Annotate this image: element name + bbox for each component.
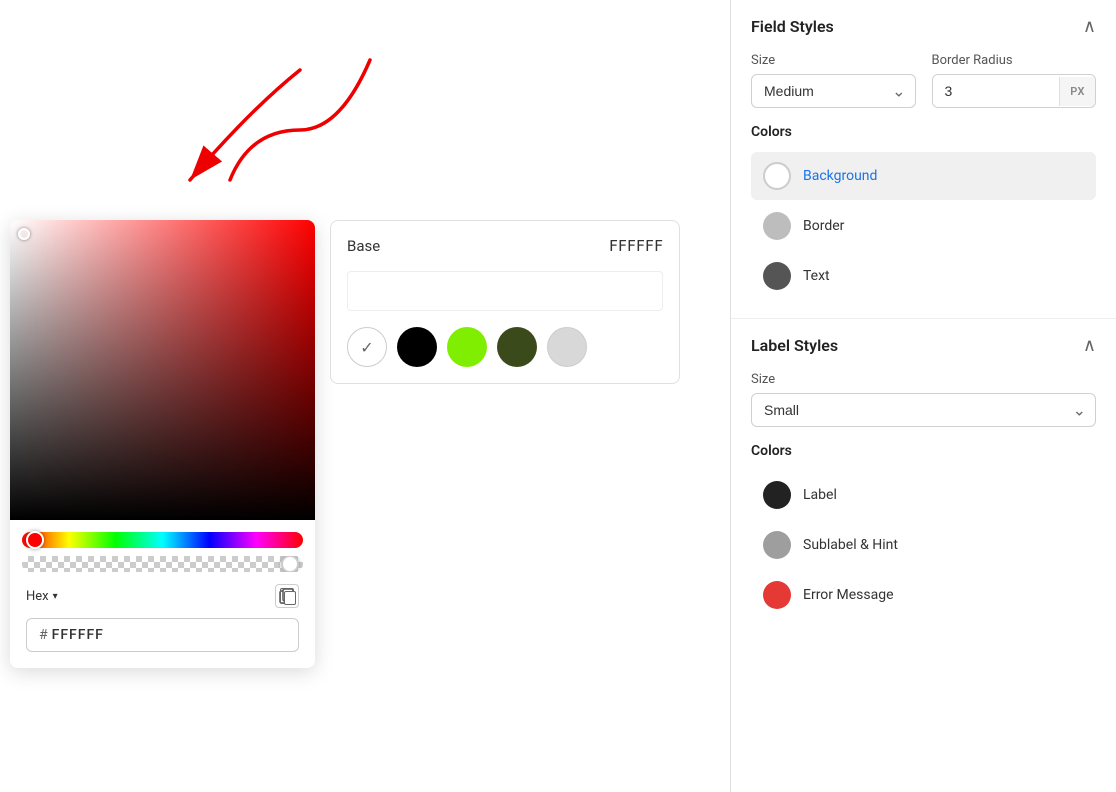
background-color-name: Background: [803, 168, 877, 184]
border-radius-label: Border Radius: [932, 53, 1097, 68]
label-size-group: Size Small: [751, 372, 1096, 427]
color-row-text[interactable]: Text: [751, 252, 1096, 300]
size-select[interactable]: Medium: [751, 74, 916, 108]
hex-format-text: Hex: [26, 589, 49, 604]
hue-handle[interactable]: [26, 531, 44, 549]
border-radius-value[interactable]: [933, 75, 1060, 107]
left-panel: Hex ▾ # FFFFFF Base FFFFFF: [0, 0, 730, 792]
label-color-dot: [763, 481, 791, 509]
label-styles-title: Label Styles: [751, 336, 838, 355]
border-color-name: Border: [803, 218, 844, 234]
error-color-dot: [763, 581, 791, 609]
color-row-background[interactable]: Background: [751, 152, 1096, 200]
swatch-dark-olive[interactable]: [497, 327, 537, 367]
label-color-name: Label: [803, 487, 837, 503]
field-styles-header: Field Styles ∧: [751, 16, 1096, 37]
hex-dropdown-icon: ▾: [53, 591, 58, 602]
error-color-name: Error Message: [803, 587, 894, 603]
text-color-dot: [763, 262, 791, 290]
border-radius-input[interactable]: PX: [932, 74, 1097, 108]
label-styles-section: Label Styles ∧ Size Small Colors Label S…: [731, 318, 1116, 637]
field-styles-form-row: Size Medium Border Radius PX: [751, 53, 1096, 108]
size-select-wrapper: Medium: [751, 74, 916, 108]
alpha-handle[interactable]: [281, 556, 299, 572]
sublabel-color-dot: [763, 531, 791, 559]
label-size-select[interactable]: Small: [751, 393, 1096, 427]
hex-label[interactable]: Hex ▾: [26, 589, 58, 604]
background-color-dot: [763, 162, 791, 190]
field-styles-title: Field Styles: [751, 17, 834, 36]
hex-input-container[interactable]: # FFFFFF: [26, 618, 299, 652]
color-gradient[interactable]: [10, 220, 315, 520]
label-size-label: Size: [751, 372, 1096, 387]
swatch-lime[interactable]: [447, 327, 487, 367]
label-colors-label: Colors: [751, 443, 1096, 459]
swatches-panel: Base FFFFFF ✓: [330, 220, 680, 384]
swatch-base-label: Base: [347, 237, 380, 255]
color-picker-controls: Hex ▾ # FFFFFF: [10, 520, 315, 652]
size-group: Size Medium: [751, 53, 916, 108]
alpha-slider[interactable]: [22, 556, 303, 572]
border-color-dot: [763, 212, 791, 240]
swatch-black[interactable]: [397, 327, 437, 367]
color-picker-popup: Hex ▾ # FFFFFF: [10, 220, 315, 668]
color-row-error[interactable]: Error Message: [751, 571, 1096, 619]
copy-icon[interactable]: [275, 584, 299, 608]
sublabel-color-name: Sublabel & Hint: [803, 537, 898, 553]
hex-value-display: FFFFFF: [52, 627, 104, 643]
field-styles-section: Field Styles ∧ Size Medium Border Radius…: [731, 0, 1116, 318]
color-picker-handle[interactable]: [18, 228, 30, 240]
swatch-light-gray[interactable]: [547, 327, 587, 367]
size-label: Size: [751, 53, 916, 68]
border-radius-group: Border Radius PX: [932, 53, 1097, 108]
swatch-preview: [347, 271, 663, 311]
hex-row: Hex ▾: [22, 584, 303, 608]
right-panel: Field Styles ∧ Size Medium Border Radius…: [730, 0, 1116, 792]
hue-slider[interactable]: [22, 532, 303, 548]
swatch-hex-display: FFFFFF: [609, 237, 663, 255]
text-color-name: Text: [803, 268, 830, 284]
color-row-label[interactable]: Label: [751, 471, 1096, 519]
label-styles-header: Label Styles ∧: [751, 335, 1096, 356]
label-size-select-wrapper: Small: [751, 393, 1096, 427]
border-radius-unit: PX: [1059, 77, 1095, 106]
field-colors-label: Colors: [751, 124, 1096, 140]
swatch-circles: ✓: [347, 327, 663, 367]
swatch-header: Base FFFFFF: [347, 237, 663, 255]
hex-hash: #: [39, 627, 48, 643]
label-styles-collapse-button[interactable]: ∧: [1083, 335, 1096, 356]
color-row-border[interactable]: Border: [751, 202, 1096, 250]
field-styles-collapse-button[interactable]: ∧: [1083, 16, 1096, 37]
color-row-sublabel[interactable]: Sublabel & Hint: [751, 521, 1096, 569]
swatch-check-circle[interactable]: ✓: [347, 327, 387, 367]
